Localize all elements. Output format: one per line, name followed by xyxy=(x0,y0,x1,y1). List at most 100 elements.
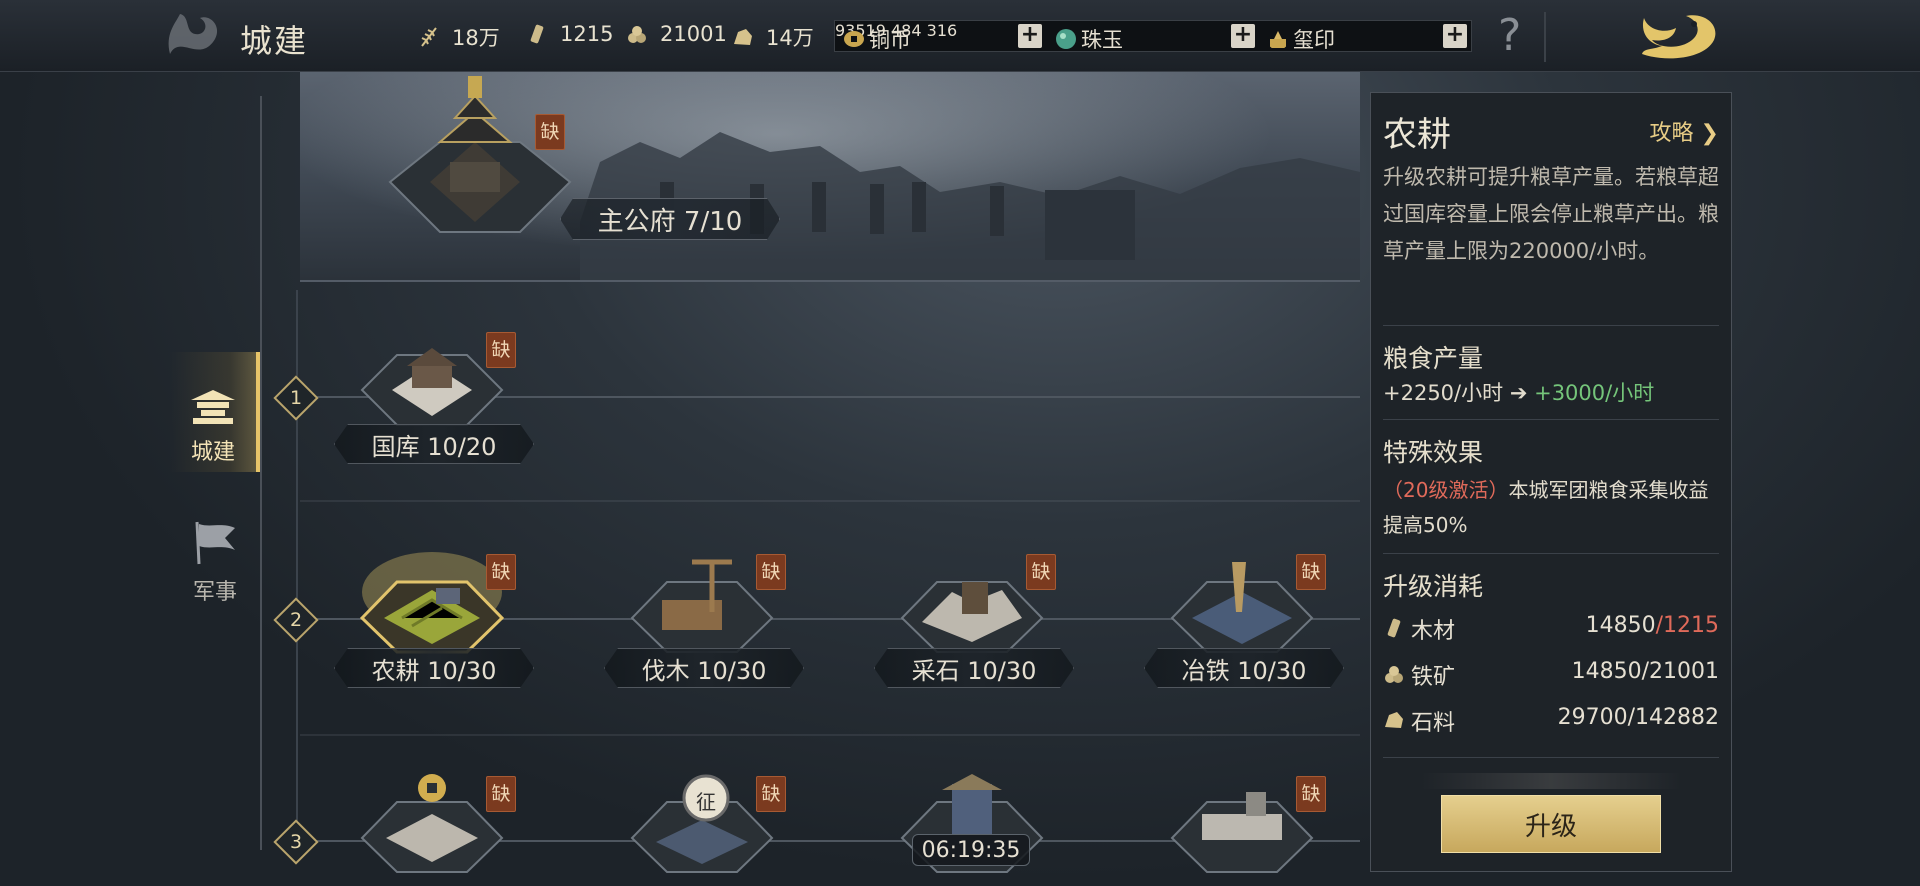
add-jade-button[interactable]: + xyxy=(1231,24,1255,48)
divider xyxy=(1383,325,1719,326)
production-values: +2250/小时 ➔ +3000/小时 xyxy=(1383,377,1654,407)
conscription-badge: 征 xyxy=(696,790,716,814)
currency-seal-value: 316 xyxy=(926,21,958,40)
cost-row-iron: 铁矿 14850/21001 xyxy=(1383,659,1719,691)
currency-copper: 铜币 xyxy=(843,24,911,54)
tier-1-number: 1 xyxy=(289,387,303,409)
guide-link[interactable]: 攻略 ❯ xyxy=(1650,115,1719,147)
resource-iron: 21001 xyxy=(626,22,727,46)
main-hall-building[interactable] xyxy=(370,72,580,252)
currency-seal-label: 玺印 xyxy=(1293,28,1335,52)
currency-jade: 珠玉 xyxy=(1055,24,1123,54)
military-flag-icon xyxy=(195,521,235,565)
special-effect: （20级激活）本城军团粮食采集收益提高50% xyxy=(1383,473,1719,543)
cost-row-wood: 木材 14850/1215 xyxy=(1383,613,1719,645)
guide-link-label: 攻略 xyxy=(1649,121,1694,146)
lack-badge: 缺 xyxy=(535,114,565,150)
resource-stone-value: 14万 xyxy=(766,26,814,50)
grain-icon xyxy=(421,27,437,47)
jade-icon xyxy=(1056,29,1076,49)
cost-iron-required: 14850 xyxy=(1571,659,1642,684)
cost-stone-required: 29700 xyxy=(1557,705,1628,730)
production-heading: 粮食产量 xyxy=(1383,344,1484,373)
help-button[interactable]: ? xyxy=(1498,10,1521,61)
hidden-row-fade xyxy=(1421,773,1681,789)
cost-stone-owned: /142882 xyxy=(1627,705,1719,730)
resource-iron-value: 21001 xyxy=(660,22,727,46)
building-detail-panel: 农耕 攻略 ❯ 升级农耕可提升粮草产量。若粮草超过国库容量上限会停止粮草产出。粮… xyxy=(1370,92,1732,872)
lack-badge: 缺 xyxy=(1296,776,1326,812)
build-timer: 06:19:35 xyxy=(912,834,1030,866)
nav-tab-military-label: 军事 xyxy=(192,580,237,605)
top-bar: 城建 18万 1215 21001 14万 铜币 93519 + 珠玉 484 … xyxy=(0,0,1920,72)
tier-3-number: 3 xyxy=(289,831,303,853)
production-next: +3000/小时 xyxy=(1534,381,1655,405)
add-copper-button[interactable]: + xyxy=(1018,24,1042,48)
arrow-right-icon: ➔ xyxy=(1509,381,1535,405)
nav-divider xyxy=(260,96,262,850)
currency-copper-label: 铜币 xyxy=(869,28,911,52)
treasury-label[interactable]: 国库 10/20 xyxy=(334,424,534,464)
resource-stone: 14万 xyxy=(732,22,814,52)
currency-jade-label: 珠玉 xyxy=(1081,28,1123,52)
lack-badge: 缺 xyxy=(1026,554,1056,590)
cost-iron-owned: /21001 xyxy=(1641,659,1719,684)
cost-wood-owned: /1215 xyxy=(1655,613,1719,638)
add-seal-button[interactable]: + xyxy=(1443,24,1467,48)
iron-icon xyxy=(1385,666,1403,683)
tier-2-number: 2 xyxy=(289,609,303,631)
resource-grain: 18万 xyxy=(418,22,500,52)
production-current: +2250/小时 xyxy=(1383,381,1504,405)
cost-iron-name: 铁矿 xyxy=(1411,665,1456,690)
lack-badge: 缺 xyxy=(486,776,516,812)
upgrade-button[interactable]: 升级 xyxy=(1441,795,1661,853)
divider xyxy=(1544,12,1546,62)
page-title: 城建 xyxy=(240,22,309,60)
dragon-emblem-icon xyxy=(168,14,218,54)
cost-heading: 升级消耗 xyxy=(1383,572,1484,601)
divider xyxy=(1383,419,1719,420)
nav-tab-city-build-label: 城建 xyxy=(190,440,235,465)
cost-wood-name: 木材 xyxy=(1411,619,1456,644)
nav-tab-military[interactable]: 军事 xyxy=(170,520,260,606)
nav-tab-city-build[interactable]: 城建 xyxy=(170,352,260,472)
cost-row-stone: 石料 29700/142882 xyxy=(1383,705,1719,737)
lack-badge: 缺 xyxy=(1296,554,1326,590)
resource-wood-value: 1215 xyxy=(560,22,614,46)
lack-badge: 缺 xyxy=(756,776,786,812)
main-hall-label[interactable]: 主公府 7/10 xyxy=(560,198,780,240)
tier-separator xyxy=(300,734,1360,736)
smelter-label[interactable]: 冶铁 10/30 xyxy=(1144,648,1344,688)
resource-wood: 1215 xyxy=(526,22,613,46)
cost-wood-amount: 14850/1215 xyxy=(1586,613,1719,638)
currency-bar: 铜币 93519 + 珠玉 484 + 玺印 316 + xyxy=(834,20,1472,52)
detail-description: 升级农耕可提升粮草产量。若粮草超过国库容量上限会停止粮草产出。粮草产量上限为22… xyxy=(1383,165,1719,263)
wood-icon xyxy=(1387,618,1401,638)
divider xyxy=(1383,553,1719,554)
tier-connector xyxy=(296,290,298,850)
detail-title: 农耕 xyxy=(1383,115,1451,155)
tier-separator xyxy=(300,280,1360,282)
back-dragon-button[interactable] xyxy=(1634,4,1720,68)
seal-icon xyxy=(1270,31,1286,48)
currency-seal: 玺印 xyxy=(1267,24,1335,54)
divider xyxy=(1383,757,1719,758)
lack-badge: 缺 xyxy=(756,554,786,590)
city-build-icon xyxy=(191,390,235,424)
stone-icon xyxy=(734,29,752,45)
stone-icon xyxy=(1385,712,1403,728)
lumber-label[interactable]: 伐木 10/30 xyxy=(604,648,804,688)
cost-wood-required: 14850 xyxy=(1585,613,1656,638)
resource-grain-value: 18万 xyxy=(452,26,500,50)
chevron-right-icon: ❯ xyxy=(1693,121,1719,146)
cost-iron-amount: 14850/21001 xyxy=(1572,659,1719,684)
lack-badge: 缺 xyxy=(486,554,516,590)
lack-badge: 缺 xyxy=(486,332,516,368)
cost-stone-amount: 29700/142882 xyxy=(1558,705,1719,730)
iron-icon xyxy=(628,26,646,43)
farm-label[interactable]: 农耕 10/30 xyxy=(334,648,534,688)
special-condition: （20级激活） xyxy=(1383,478,1509,502)
quarry-label[interactable]: 采石 10/30 xyxy=(874,648,1074,688)
wood-icon xyxy=(530,24,544,44)
special-heading: 特殊效果 xyxy=(1383,438,1484,467)
